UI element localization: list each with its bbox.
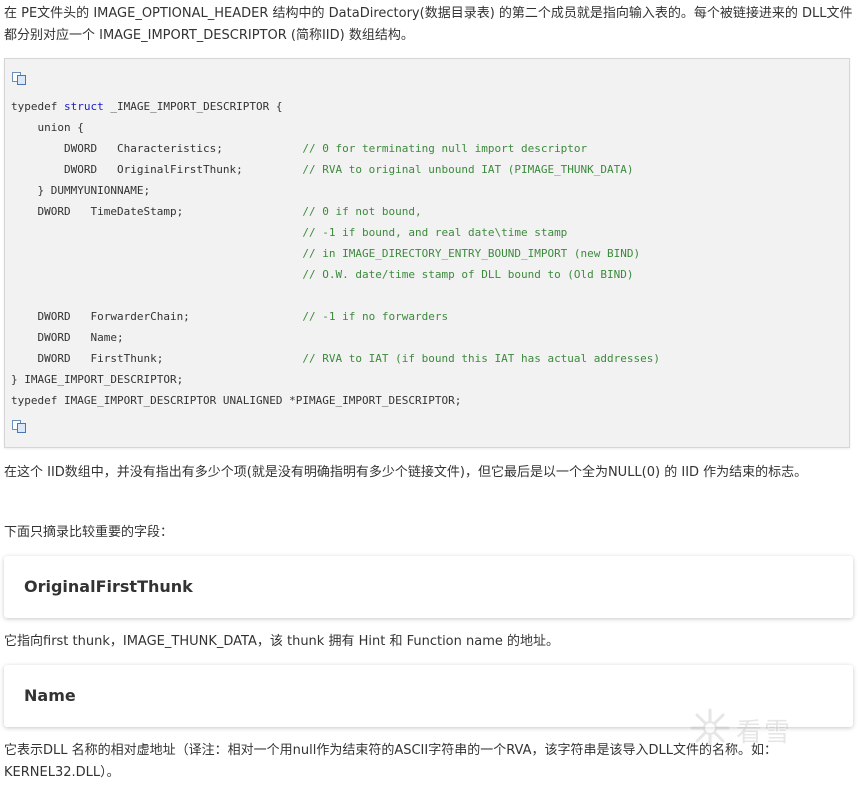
first-thunk-description: 它指向first thunk，IMAGE_THUNK_DATA，该 thunk … <box>4 634 560 649</box>
code-lines: typedef struct _IMAGE_IMPORT_DESCRIPTOR … <box>11 96 660 411</box>
code-comment: // RVA to original unbound IAT (PIMAGE_T… <box>302 163 634 176</box>
code-text: DWORD OriginalFirstThunk; <box>11 163 303 176</box>
heading-name: Name <box>24 686 76 705</box>
code-line: union { <box>11 117 660 138</box>
code-line: DWORD Name; <box>11 327 660 348</box>
copy-icon[interactable] <box>12 420 28 434</box>
code-comment: // in IMAGE_DIRECTORY_ENTRY_BOUND_IMPORT… <box>302 247 641 260</box>
code-line: DWORD Characteristics; // 0 for terminat… <box>11 138 660 159</box>
code-line: DWORD ForwarderChain; // -1 if no forwar… <box>11 306 660 327</box>
code-comment: // -1 if no forwarders <box>302 310 449 323</box>
code-text: DWORD Name; <box>11 331 124 344</box>
code-line: } IMAGE_IMPORT_DESCRIPTOR; <box>11 369 660 390</box>
heading-original-first-thunk-box: OriginalFirstThunk <box>4 556 853 618</box>
code-line: DWORD OriginalFirstThunk; // RVA to orig… <box>11 159 660 180</box>
copy-icon[interactable] <box>12 72 28 86</box>
code-line: // -1 if bound, and real date\time stamp <box>11 222 660 243</box>
watermark: 看雪 <box>688 706 838 756</box>
code-text: DWORD TimeDateStamp; <box>11 205 303 218</box>
code-comment: // O.W. date/time stamp of DLL bound to … <box>302 268 634 281</box>
code-line: } DUMMYUNIONNAME; <box>11 180 660 201</box>
code-line: // O.W. date/time stamp of DLL bound to … <box>11 264 660 285</box>
code-text: DWORD Characteristics; <box>11 142 303 155</box>
code-comment: // -1 if bound, and real date\time stamp <box>302 226 568 239</box>
fields-intro-paragraph: 下面只摘录比较重要的字段： <box>4 525 174 540</box>
heading-original-first-thunk: OriginalFirstThunk <box>24 577 193 596</box>
code-text: } IMAGE_IMPORT_DESCRIPTOR; <box>11 373 184 386</box>
code-block: typedef struct _IMAGE_IMPORT_DESCRIPTOR … <box>4 58 850 448</box>
code-text: _IMAGE_IMPORT_DESCRIPTOR { <box>103 100 283 113</box>
code-line: DWORD FirstThunk; // RVA to IAT (if boun… <box>11 348 660 369</box>
code-line: typedef struct _IMAGE_IMPORT_DESCRIPTOR … <box>11 96 660 117</box>
intro-paragraph: 在 PE文件头的 IMAGE_OPTIONAL_HEADER 结构中的 Data… <box>4 6 853 43</box>
code-text: DWORD FirstThunk; <box>11 352 303 365</box>
watermark-text: 看雪 <box>736 718 793 748</box>
code-comment: // 0 for terminating null import descrip… <box>302 142 588 155</box>
code-text: } DUMMYUNIONNAME; <box>11 184 151 197</box>
iid-end-paragraph: 在这个 IID数组中，并没有指出有多少个项(就是没有明确指明有多少个链接文件)，… <box>4 465 808 480</box>
code-line: DWORD TimeDateStamp; // 0 if not bound, <box>11 201 660 222</box>
code-text: DWORD ForwarderChain; <box>11 310 303 323</box>
code-keyword: struct <box>63 100 104 113</box>
code-line: typedef IMAGE_IMPORT_DESCRIPTOR UNALIGNE… <box>11 390 660 411</box>
code-text: union { <box>11 121 84 134</box>
code-text: typedef IMAGE_IMPORT_DESCRIPTOR UNALIGNE… <box>11 394 462 407</box>
code-text: typedef <box>11 100 64 113</box>
code-comment: // RVA to IAT (if bound this IAT has act… <box>302 352 661 365</box>
code-comment: // 0 if not bound, <box>302 205 422 218</box>
kanxue-logo-icon <box>690 708 730 748</box>
code-line: // in IMAGE_DIRECTORY_ENTRY_BOUND_IMPORT… <box>11 243 660 264</box>
